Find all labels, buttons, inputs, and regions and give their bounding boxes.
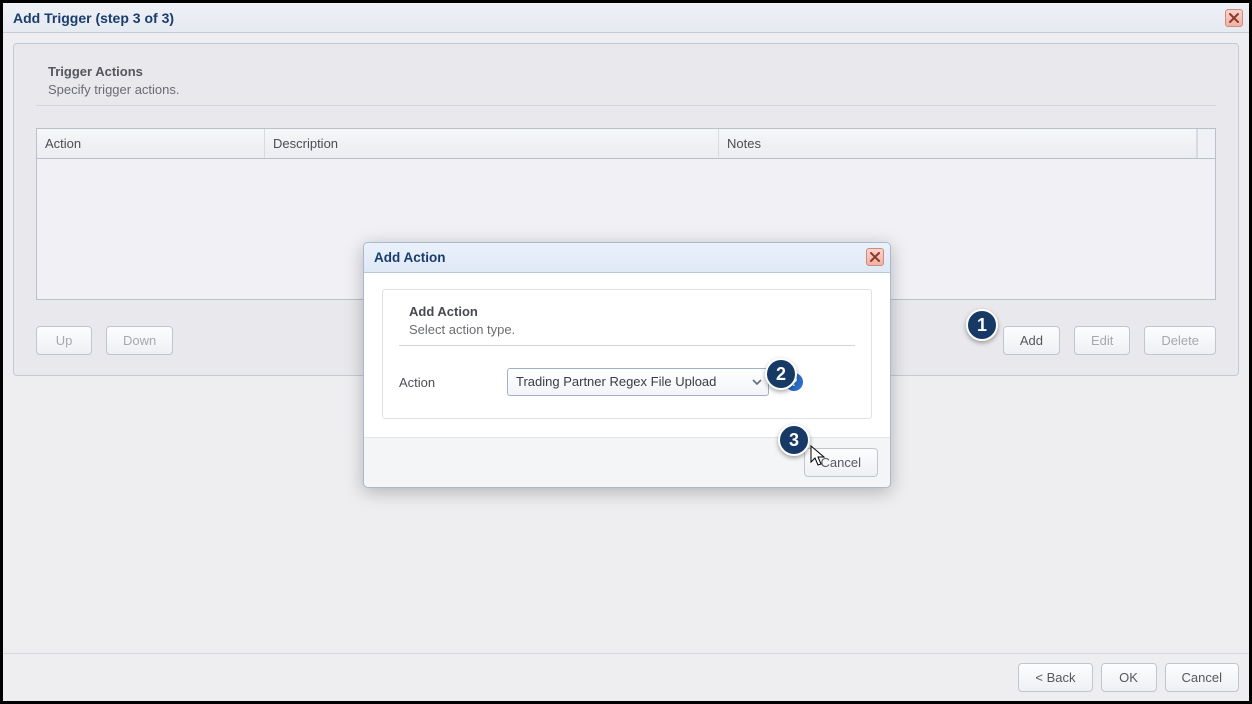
mouse-cursor-icon — [809, 445, 827, 467]
close-icon — [870, 252, 880, 262]
column-description[interactable]: Description — [265, 129, 719, 158]
add-action-titlebar: Add Action — [364, 243, 890, 273]
panel-title: Trigger Actions — [48, 64, 1216, 79]
down-button[interactable]: Down — [106, 326, 173, 355]
action-type-select-value: Trading Partner Regex File Upload — [516, 374, 716, 389]
chevron-down-icon — [752, 377, 762, 387]
cancel-button[interactable]: Cancel — [1165, 663, 1239, 692]
close-icon — [1229, 13, 1239, 23]
add-action-title: Add Action — [374, 250, 446, 265]
callout-badge-2: 2 — [765, 358, 797, 390]
column-action[interactable]: Action — [37, 129, 265, 158]
up-button[interactable]: Up — [36, 326, 92, 355]
edit-button[interactable]: Edit — [1074, 326, 1130, 355]
scroll-gutter — [1197, 129, 1215, 158]
panel-subtitle: Specify trigger actions. — [48, 82, 1216, 97]
add-action-section-title: Add Action — [409, 304, 855, 319]
action-type-select[interactable]: Trading Partner Regex File Upload — [507, 368, 769, 396]
window-close-button[interactable] — [1225, 9, 1243, 27]
window-title: Add Trigger (step 3 of 3) — [13, 10, 174, 26]
table-header: Action Description Notes — [37, 129, 1215, 159]
wizard-footer: < Back OK Cancel — [3, 653, 1249, 701]
add-action-card: Add Action Select action type. Action Tr… — [382, 289, 872, 419]
callout-badge-3: 3 — [778, 424, 810, 456]
add-action-close-button[interactable] — [866, 248, 884, 266]
delete-button[interactable]: Delete — [1144, 326, 1216, 355]
column-notes[interactable]: Notes — [719, 129, 1197, 158]
ok-button[interactable]: OK — [1101, 663, 1157, 692]
divider — [36, 105, 1216, 106]
back-button[interactable]: < Back — [1018, 663, 1092, 692]
callout-badge-1: 1 — [966, 309, 998, 341]
action-field-label: Action — [399, 375, 495, 390]
window-titlebar: Add Trigger (step 3 of 3) — [3, 3, 1249, 33]
add-action-section-subtitle: Select action type. — [409, 322, 855, 337]
add-button[interactable]: Add — [1003, 326, 1060, 355]
divider — [399, 345, 855, 346]
